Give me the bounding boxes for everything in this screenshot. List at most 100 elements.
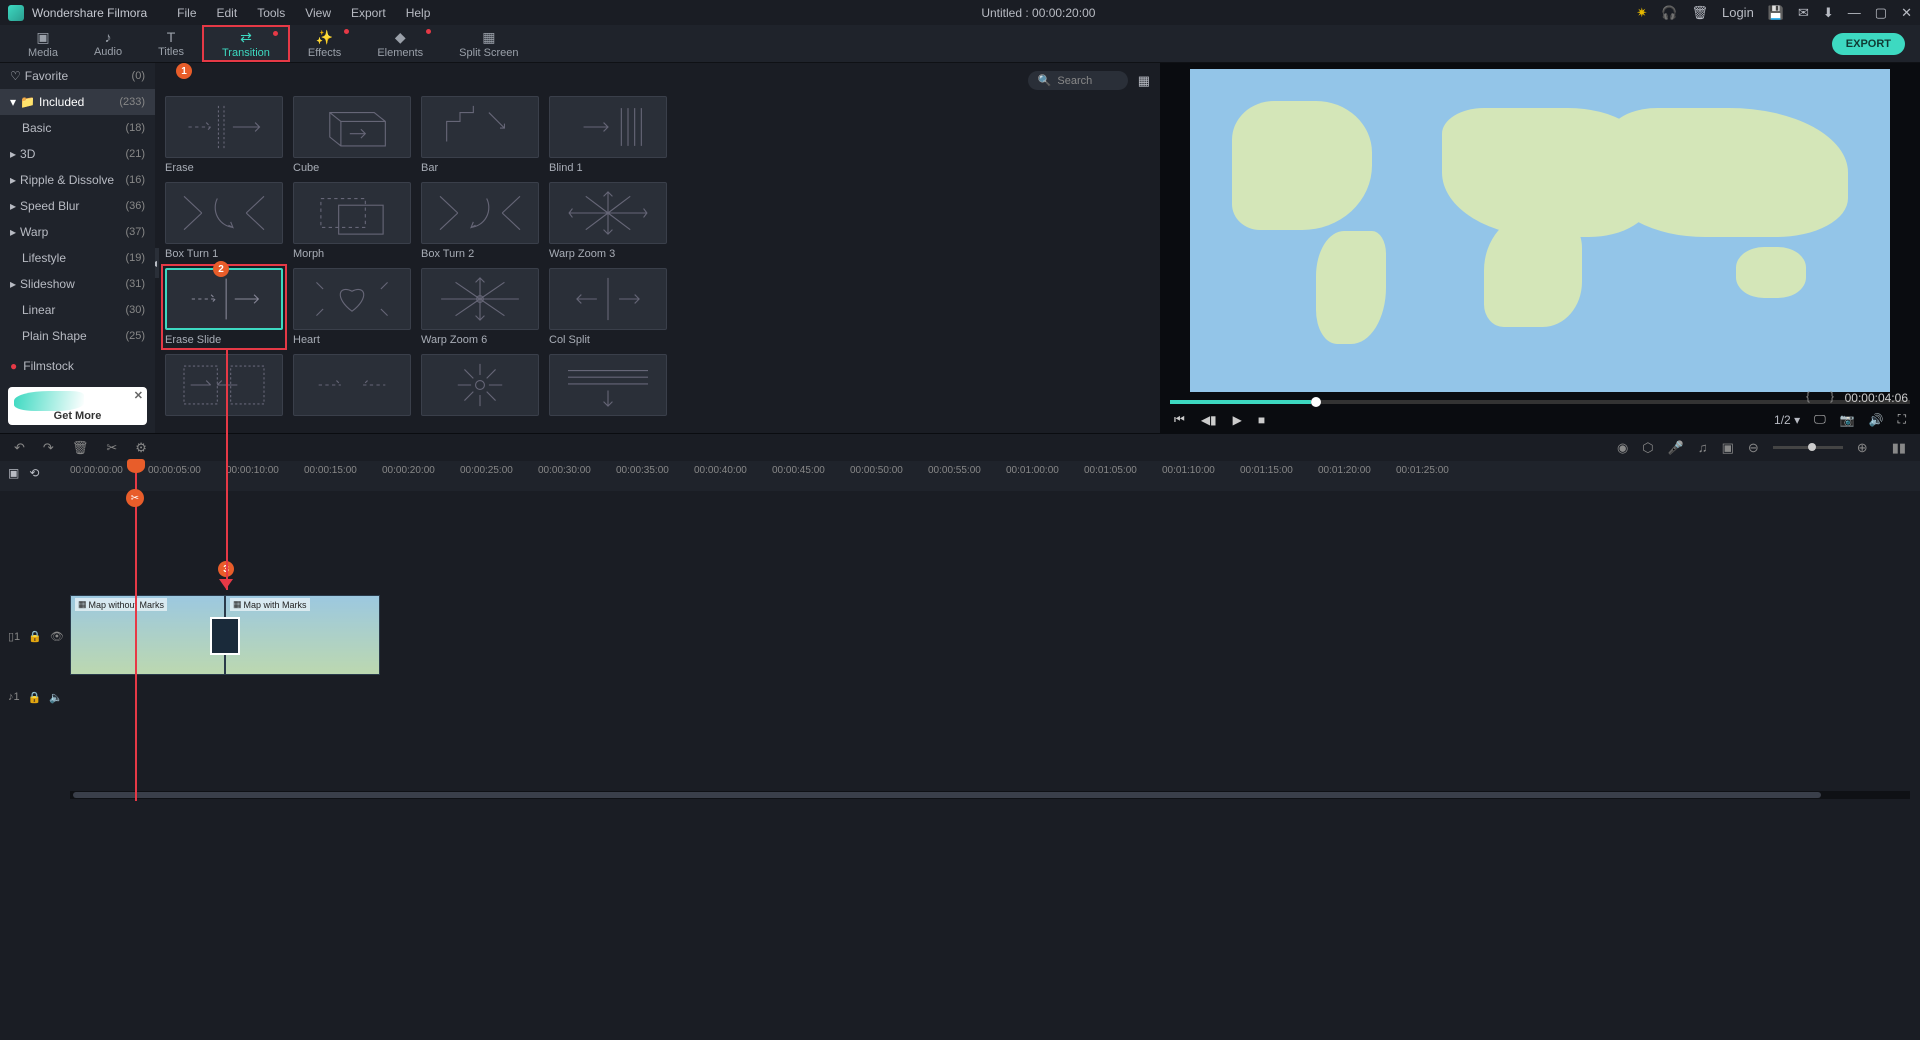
tab-transition[interactable]: ⇄Transition [202, 25, 290, 62]
sidebar-item-basic[interactable]: Basic(18) [0, 115, 155, 141]
crop-icon[interactable]: ▣ [1722, 440, 1734, 456]
audio-mixer-icon[interactable]: ♫ [1698, 440, 1708, 455]
play-icon[interactable]: ▶ [1233, 413, 1242, 427]
transition-boxturn1[interactable]: Box Turn 1 [165, 182, 283, 260]
transition-eraseslide[interactable]: Erase Slide [165, 268, 283, 346]
undo-icon[interactable]: ↶ [14, 440, 25, 456]
zoom-in-icon[interactable]: ⊕ [1857, 440, 1868, 456]
cut-marker-icon[interactable]: ✂ [126, 489, 144, 507]
transition-thumb-r4c4[interactable] [549, 354, 667, 416]
applied-transition[interactable] [210, 617, 240, 655]
menu-edit[interactable]: Edit [207, 6, 248, 20]
prev-frame-icon[interactable]: ⏮ [1174, 412, 1185, 427]
step-back-icon[interactable]: ◀▮ [1201, 413, 1217, 427]
sidebar-filmstock[interactable]: Filmstock [0, 353, 155, 379]
promo-get-more[interactable]: Get More ✕ [8, 387, 147, 425]
mail-icon[interactable]: ✉ [1798, 5, 1809, 21]
display-icon[interactable]: 🖵 [1814, 412, 1826, 427]
search-input[interactable]: 🔍Search [1028, 71, 1128, 90]
fullscreen-icon[interactable]: ⛶ [1898, 412, 1906, 427]
split-icon[interactable]: ✂ [106, 440, 117, 456]
lock-icon[interactable]: 🔒 [28, 630, 42, 643]
menu-help[interactable]: Help [396, 6, 441, 20]
close-icon[interactable]: ✕ [1901, 5, 1912, 21]
playhead-marker-icon[interactable] [127, 459, 145, 473]
menu-view[interactable]: View [295, 6, 341, 20]
save-icon[interactable]: 💾 [1768, 5, 1784, 21]
render-icon[interactable]: ◉ [1617, 440, 1628, 456]
tab-audio[interactable]: ♪Audio [76, 25, 140, 62]
delete-icon[interactable]: 🗑 [72, 440, 89, 456]
minimize-icon[interactable]: — [1848, 5, 1861, 20]
transition-colsplit[interactable]: Col Split [549, 268, 667, 346]
promo-close-icon[interactable]: ✕ [134, 389, 143, 402]
transition-thumb-r4c1[interactable] [165, 354, 283, 416]
transition-thumb-r4c2[interactable] [293, 354, 411, 416]
ruler-link-icon[interactable]: ⟲ [29, 466, 39, 480]
transition-heart[interactable]: Heart [293, 268, 411, 346]
transition-bar[interactable]: Bar [421, 96, 539, 174]
snapshot-icon[interactable]: 📷 [1840, 413, 1855, 427]
menu-file[interactable]: File [167, 6, 206, 20]
tab-effects[interactable]: ✨Effects [290, 25, 359, 62]
adjust-icon[interactable]: ⚙ [135, 440, 147, 456]
voiceover-icon[interactable]: 🎤 [1668, 440, 1684, 456]
timeline-ruler[interactable]: ▣ ⟲ 00:00:00:0000:00:05:0000:00:10:0000:… [0, 461, 1920, 491]
menu-tools[interactable]: Tools [247, 6, 295, 20]
volume-icon[interactable]: 🔊 [1869, 413, 1884, 427]
zoom-slider[interactable] [1773, 446, 1843, 449]
mute-icon[interactable]: 🔈 [49, 691, 63, 704]
transition-boxturn2[interactable]: Box Turn 2 [421, 182, 539, 260]
tab-media[interactable]: ▣Media [10, 25, 76, 62]
transition-morph[interactable]: Morph [293, 182, 411, 260]
transition-erase[interactable]: Erase [165, 96, 283, 174]
sidebar-favorite[interactable]: ♡Favorite (0) [0, 63, 155, 89]
grid-view-icon[interactable]: ▦ [1138, 73, 1150, 89]
collapse-sidebar-handle[interactable]: ◀ [155, 248, 159, 278]
sidebar-item-linear[interactable]: Linear(30) [0, 297, 155, 323]
zoom-select[interactable]: 1/2 ▾ [1774, 413, 1800, 427]
clip-map-without-marks[interactable]: ▦Map without Marks [70, 595, 225, 675]
sidebar-included[interactable]: ▾📁Included (233) [0, 89, 155, 115]
tabs-row: ▣Media ♪Audio TTitles ⇄Transition ✨Effec… [0, 25, 1920, 63]
stop-icon[interactable]: ■ [1258, 413, 1265, 427]
transition-thumb-r4c3[interactable] [421, 354, 539, 416]
clip-map-with-marks[interactable]: ▦Map with Marks [225, 595, 380, 675]
sidebar-item-speedblur[interactable]: ▸Speed Blur(36) [0, 193, 155, 219]
transition-blind1[interactable]: Blind 1 [549, 96, 667, 174]
tab-splitscreen[interactable]: ▦Split Screen [441, 25, 536, 62]
tab-titles[interactable]: TTitles [140, 25, 202, 62]
visibility-icon[interactable]: 👁 [50, 630, 64, 643]
zoom-out-icon[interactable]: ⊖ [1748, 440, 1759, 456]
sidebar-item-ripple[interactable]: ▸Ripple & Dissolve(16) [0, 167, 155, 193]
timeline-hscroll[interactable] [70, 791, 1910, 799]
tab-elements[interactable]: ◆Elements [359, 25, 441, 62]
transition-cube[interactable]: Cube [293, 96, 411, 174]
lock-icon[interactable]: 🔒 [28, 691, 42, 704]
ruler-left-icon[interactable]: ▣ [8, 466, 19, 480]
maximize-icon[interactable]: ▢ [1875, 5, 1887, 21]
chevron-down-icon: ▾ [1794, 413, 1800, 427]
sidebar-item-warp[interactable]: ▸Warp(37) [0, 219, 155, 245]
marker-icon[interactable]: ⬡ [1642, 440, 1653, 456]
download-icon[interactable]: ⬇ [1823, 5, 1834, 21]
transition-warpzoom3[interactable]: Warp Zoom 3 [549, 182, 667, 260]
ruler-tick: 00:00:00:00 [70, 465, 123, 476]
timeline-options-icon[interactable]: ▮▮ [1892, 440, 1906, 456]
hint-icon[interactable]: ✷ [1636, 5, 1647, 21]
sidebar-item-3d[interactable]: ▸3D(21) [0, 141, 155, 167]
transition-warpzoom6[interactable]: Warp Zoom 6 [421, 268, 539, 346]
ruler-tick: 00:00:50:00 [850, 465, 903, 476]
sidebar-item-lifestyle[interactable]: Lifestyle(19) [0, 245, 155, 271]
sidebar-item-slideshow[interactable]: ▸Slideshow(31) [0, 271, 155, 297]
preview-video[interactable] [1190, 69, 1890, 392]
login-button[interactable]: Login [1722, 5, 1754, 20]
playhead[interactable] [135, 461, 137, 801]
delete-icon[interactable]: 🗑 [1691, 5, 1708, 21]
preview-progress-bar[interactable] [1170, 400, 1910, 404]
support-icon[interactable]: 🎧 [1661, 5, 1677, 21]
redo-icon[interactable]: ↷ [43, 440, 54, 456]
sidebar-item-plainshape[interactable]: Plain Shape(25) [0, 323, 155, 349]
export-button[interactable]: EXPORT [1832, 33, 1905, 55]
menu-export[interactable]: Export [341, 6, 396, 20]
